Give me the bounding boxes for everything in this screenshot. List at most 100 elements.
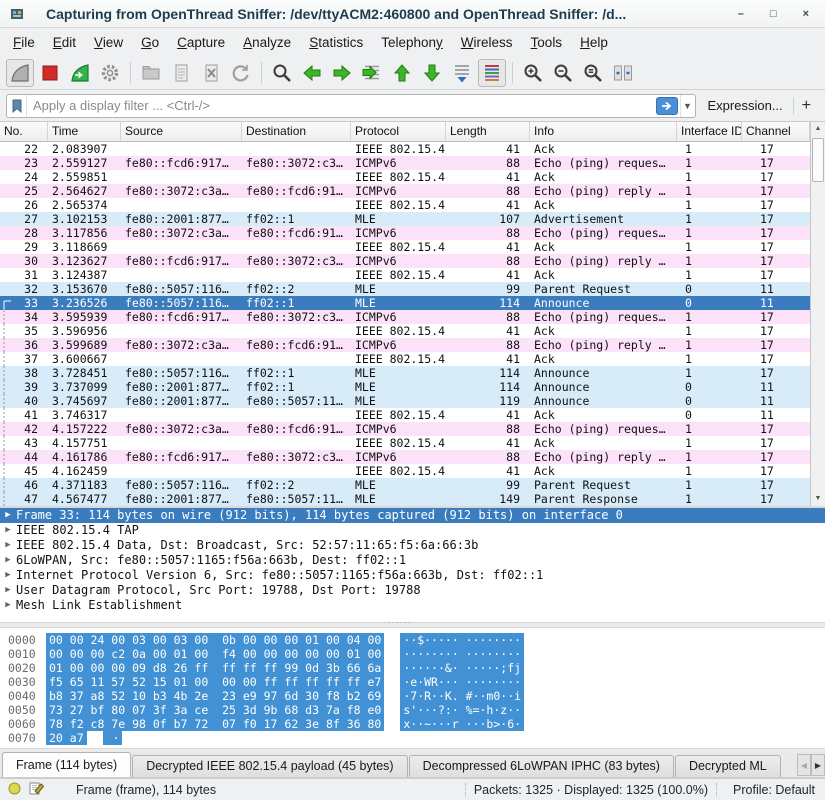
hex-ascii[interactable]: s'···?:· %=·h·z·· — [400, 703, 524, 717]
add-filter-button[interactable]: + — [794, 97, 819, 115]
detail-line-4[interactable]: ▶Internet Protocol Version 6, Src: fe80:… — [0, 568, 825, 583]
packet-row-25[interactable]: 252.564627fe80::3072:c3a…fe80::fcd6:91…I… — [0, 184, 825, 198]
hex-ascii[interactable]: ········ ········ — [400, 647, 524, 661]
packet-row-29[interactable]: 293.118669IEEE 802.15.441Ack117 — [0, 240, 825, 254]
column-header-time[interactable]: Time — [48, 122, 121, 141]
menu-help[interactable]: Help — [571, 31, 617, 54]
hex-bytes[interactable]: 00 00 24 00 03 00 03 00 0b 00 00 00 01 0… — [46, 633, 384, 647]
hex-row-0000[interactable]: 000000 00 24 00 03 00 03 00 0b 00 00 00 … — [0, 633, 825, 647]
column-header-info[interactable]: Info — [530, 122, 677, 141]
hex-row-0020[interactable]: 002001 00 00 00 09 d8 26 ff ff ff ff 99 … — [0, 661, 825, 675]
packet-row-40[interactable]: 403.745697fe80::2001:877…fe80::5057:11…M… — [0, 394, 825, 408]
hex-row-0030[interactable]: 0030f5 65 11 57 52 15 01 00 00 00 ff ff … — [0, 675, 825, 689]
column-header-protocol[interactable]: Protocol — [351, 122, 446, 141]
byte-tab-0[interactable]: Frame (114 bytes) — [2, 752, 131, 777]
minimize-icon[interactable]: – — [738, 7, 744, 21]
zoom-out-icon[interactable] — [549, 59, 577, 87]
close-icon[interactable]: × — [803, 7, 809, 21]
expand-arrow-icon[interactable]: ▶ — [0, 583, 16, 598]
menu-wireless[interactable]: Wireless — [452, 31, 522, 54]
packet-row-27[interactable]: 273.102153fe80::2001:877…ff02::1MLE107Ad… — [0, 212, 825, 226]
menu-go[interactable]: Go — [132, 31, 168, 54]
bookmark-icon[interactable] — [7, 95, 27, 117]
packet-row-36[interactable]: 363.599689fe80::3072:c3a…fe80::fcd6:91…I… — [0, 338, 825, 352]
packet-row-28[interactable]: 283.117856fe80::3072:c3a…fe80::fcd6:91…I… — [0, 226, 825, 240]
column-header-length[interactable]: Length — [446, 122, 530, 141]
packet-row-42[interactable]: 424.157222fe80::3072:c3a…fe80::fcd6:91…I… — [0, 422, 825, 436]
packet-list-scrollbar[interactable]: ▲ ▼ — [810, 122, 825, 506]
save-file-icon[interactable] — [167, 59, 195, 87]
packet-row-47[interactable]: 474.567477fe80::2001:877…fe80::5057:11…M… — [0, 492, 825, 506]
packet-row-43[interactable]: 434.157751IEEE 802.15.441Ack117 — [0, 436, 825, 450]
byte-tab-1[interactable]: Decrypted IEEE 802.15.4 payload (45 byte… — [132, 755, 407, 777]
detail-line-0[interactable]: ▶Frame 33: 114 bytes on wire (912 bits),… — [0, 508, 825, 523]
open-file-icon[interactable] — [137, 59, 165, 87]
expand-arrow-icon[interactable]: ▶ — [0, 553, 16, 568]
scroll-down-icon[interactable]: ▼ — [811, 492, 825, 506]
tab-scroll-left-icon[interactable]: ◀ — [797, 754, 811, 776]
column-header-no[interactable]: No. — [0, 122, 48, 141]
expand-arrow-icon[interactable]: ▶ — [0, 598, 16, 613]
packet-row-23[interactable]: 232.559127fe80::fcd6:917…fe80::3072:c3…I… — [0, 156, 825, 170]
restart-capture-icon[interactable] — [66, 59, 94, 87]
hex-bytes[interactable]: f5 65 11 57 52 15 01 00 00 00 ff ff ff f… — [46, 675, 384, 689]
apply-filter-icon[interactable] — [656, 97, 678, 115]
tab-scroll-right-icon[interactable]: ▶ — [811, 754, 825, 776]
expand-arrow-icon[interactable]: ▶ — [0, 568, 16, 583]
close-file-icon[interactable] — [197, 59, 225, 87]
byte-tab-2[interactable]: Decompressed 6LoWPAN IPHC (83 bytes) — [409, 755, 674, 777]
hex-bytes[interactable]: 78 f2 c8 7e 98 0f b7 72 07 f0 17 62 3e 8… — [46, 717, 384, 731]
stop-capture-icon[interactable] — [36, 59, 64, 87]
hex-ascii[interactable]: ·7·R··K. #··m0··i — [400, 689, 524, 703]
colorize-packets-icon[interactable] — [478, 59, 506, 87]
packet-row-34[interactable]: 343.595939fe80::fcd6:917…fe80::3072:c3…I… — [0, 310, 825, 324]
hex-row-0040[interactable]: 0040b8 37 a8 52 10 b3 4b 2e 23 e9 97 6d … — [0, 689, 825, 703]
hex-row-0070[interactable]: 007020 a7 · — [0, 731, 825, 745]
packet-row-30[interactable]: 303.123627fe80::fcd6:917…fe80::3072:c3…I… — [0, 254, 825, 268]
menu-telephony[interactable]: Telephony — [372, 31, 452, 54]
expression-button[interactable]: Expression... — [696, 98, 793, 113]
packet-row-24[interactable]: 242.559851IEEE 802.15.441Ack117 — [0, 170, 825, 184]
packet-row-26[interactable]: 262.565374IEEE 802.15.441Ack117 — [0, 198, 825, 212]
packet-row-41[interactable]: 413.746317IEEE 802.15.441Ack011 — [0, 408, 825, 422]
menu-view[interactable]: View — [85, 31, 132, 54]
find-packet-icon[interactable] — [268, 59, 296, 87]
hex-bytes[interactable]: 73 27 bf 80 07 3f 3a ce 25 3d 9b 68 d3 7… — [46, 703, 384, 717]
menu-file[interactable]: File — [4, 31, 44, 54]
hex-row-0050[interactable]: 005073 27 bf 80 07 3f 3a ce 25 3d 9b 68 … — [0, 703, 825, 717]
packet-row-32[interactable]: 323.153670fe80::5057:116…ff02::2MLE99Par… — [0, 282, 825, 296]
column-header-source[interactable]: Source — [121, 122, 242, 141]
capture-comment-icon[interactable] — [29, 781, 44, 798]
expand-arrow-icon[interactable]: ▶ — [0, 508, 16, 523]
packet-row-37[interactable]: 373.600667IEEE 802.15.441Ack117 — [0, 352, 825, 366]
hex-bytes[interactable]: 00 00 00 c2 0a 00 01 00 f4 00 00 00 00 0… — [46, 647, 384, 661]
packet-row-46[interactable]: 464.371183fe80::5057:116…ff02::2MLE99Par… — [0, 478, 825, 492]
hex-row-0010[interactable]: 001000 00 00 c2 0a 00 01 00 f4 00 00 00 … — [0, 647, 825, 661]
go-to-packet-icon[interactable] — [358, 59, 386, 87]
detail-line-1[interactable]: ▶IEEE 802.15.4 TAP — [0, 523, 825, 538]
detail-line-6[interactable]: ▶Mesh Link Establishment — [0, 598, 825, 613]
filter-history-caret-icon[interactable]: ▼ — [680, 95, 695, 117]
maximize-icon[interactable]: □ — [770, 7, 777, 21]
auto-scroll-icon[interactable] — [448, 59, 476, 87]
first-packet-icon[interactable] — [388, 59, 416, 87]
last-packet-icon[interactable] — [418, 59, 446, 87]
zoom-in-icon[interactable] — [519, 59, 547, 87]
scrollbar-thumb[interactable] — [812, 138, 824, 182]
hex-bytes[interactable]: 20 a7 — [46, 731, 87, 745]
packet-row-38[interactable]: 383.728451fe80::5057:116…ff02::1MLE114An… — [0, 366, 825, 380]
display-filter-input[interactable] — [27, 98, 656, 113]
menu-capture[interactable]: Capture — [168, 31, 234, 54]
column-header-channel[interactable]: Channel — [742, 122, 810, 141]
packet-row-39[interactable]: 393.737099fe80::2001:877…ff02::1MLE114An… — [0, 380, 825, 394]
packet-row-35[interactable]: 353.596956IEEE 802.15.441Ack117 — [0, 324, 825, 338]
previous-packet-icon[interactable] — [298, 59, 326, 87]
start-capture-icon[interactable] — [6, 59, 34, 87]
status-profile[interactable]: Profile: Default — [733, 783, 825, 797]
packet-row-33[interactable]: 333.236526fe80::5057:116…ff02::1MLE114An… — [0, 296, 825, 310]
packet-row-31[interactable]: 313.124387IEEE 802.15.441Ack117 — [0, 268, 825, 282]
hex-bytes[interactable]: b8 37 a8 52 10 b3 4b 2e 23 e9 97 6d 30 f… — [46, 689, 384, 703]
splitter-details-bytes[interactable] — [0, 622, 825, 628]
hex-ascii[interactable]: ·e·WR··· ········ — [400, 675, 524, 689]
hex-ascii[interactable]: · — [103, 731, 123, 745]
